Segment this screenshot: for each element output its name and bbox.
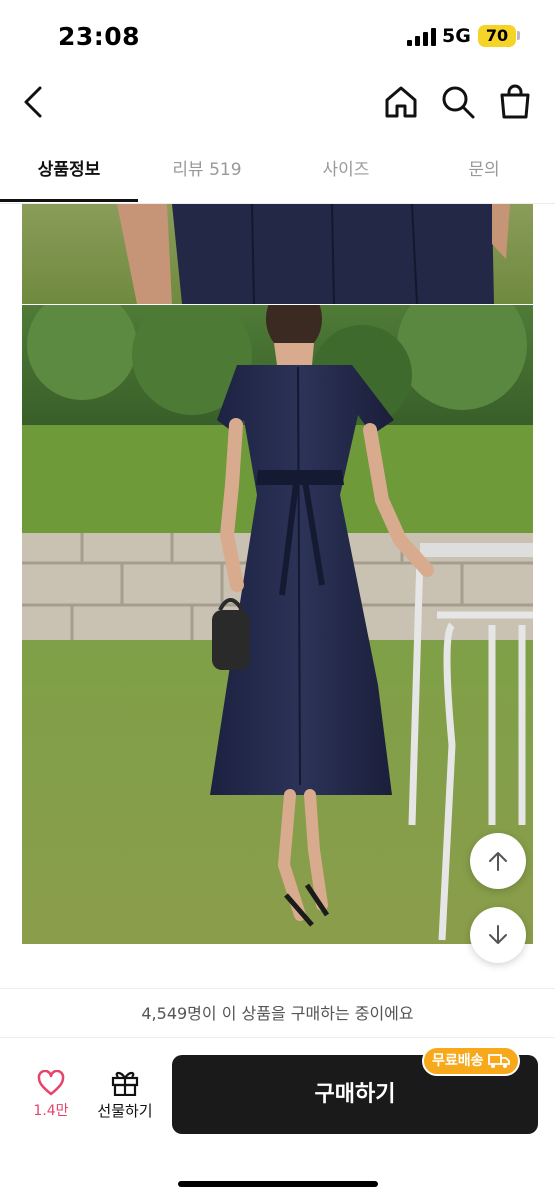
nav-header xyxy=(0,70,555,134)
battery-tip xyxy=(517,31,520,40)
back-button[interactable] xyxy=(20,84,46,120)
gift-button[interactable]: 선물하기 xyxy=(90,1068,160,1128)
status-time: 23:08 xyxy=(58,22,141,51)
product-tabs: 상품정보 리뷰 519 사이즈 문의 xyxy=(0,140,555,204)
tab-size[interactable]: 사이즈 xyxy=(277,140,415,202)
chevron-left-icon xyxy=(24,86,42,118)
cellular-signal-icon xyxy=(407,28,437,46)
arrow-down-icon xyxy=(489,925,507,944)
home-icon xyxy=(385,86,417,118)
battery-level: 70 xyxy=(478,25,516,47)
network-type: 5G xyxy=(442,25,471,47)
scroll-down-button[interactable] xyxy=(470,907,526,963)
active-tab-indicator xyxy=(0,199,138,202)
free-shipping-label: 무료배송 xyxy=(432,1053,484,1069)
scroll-up-button[interactable] xyxy=(470,833,526,889)
purchase-notice: 4,549명이 이 상품을 구매하는 중이에요 xyxy=(0,988,555,1038)
like-button[interactable]: 1.4만 xyxy=(22,1070,80,1130)
search-icon xyxy=(442,86,475,119)
gift-label: 선물하기 xyxy=(97,1102,153,1120)
product-photo-main xyxy=(22,305,533,944)
home-button[interactable] xyxy=(383,84,419,120)
tab-reviews[interactable]: 리뷰 519 xyxy=(138,140,276,202)
truck-icon xyxy=(487,1054,510,1068)
cart-button[interactable] xyxy=(497,83,533,121)
home-indicator xyxy=(178,1181,378,1187)
heart-icon xyxy=(37,1070,65,1096)
search-button[interactable] xyxy=(440,84,476,120)
like-count: 1.4만 xyxy=(33,1103,69,1119)
gift-icon xyxy=(111,1071,139,1096)
tab-product-info[interactable]: 상품정보 xyxy=(0,140,138,202)
shopping-bag-icon xyxy=(500,84,530,119)
free-shipping-badge: 무료배송 xyxy=(422,1046,520,1076)
status-bar: 23:08 5G 70 xyxy=(0,0,555,70)
arrow-up-icon xyxy=(489,852,507,871)
product-photo-top xyxy=(22,204,533,304)
tab-inquiry[interactable]: 문의 xyxy=(415,140,553,202)
